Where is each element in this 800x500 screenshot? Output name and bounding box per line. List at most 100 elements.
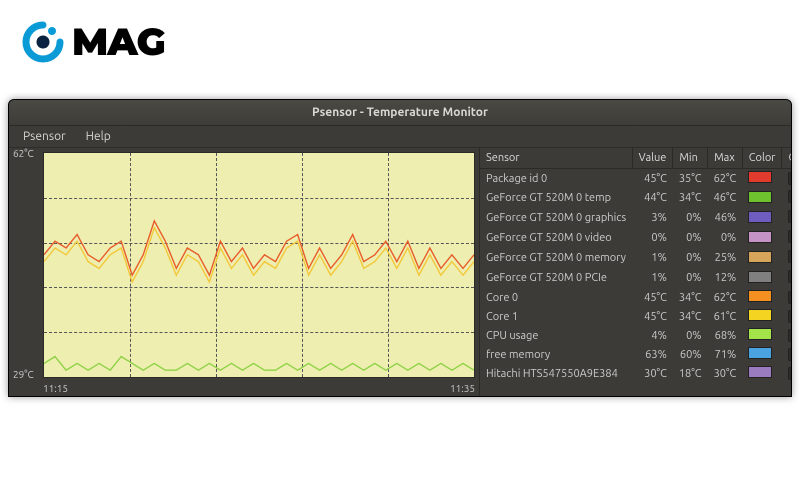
sensor-min: 0% bbox=[673, 326, 708, 345]
sensor-max: 0% bbox=[708, 228, 743, 248]
sensor-color-cell[interactable] bbox=[742, 248, 782, 268]
table-row[interactable]: GeForce GT 520M 0 memory1%0%25% bbox=[480, 248, 791, 268]
sensor-min: 0% bbox=[673, 248, 708, 268]
color-swatch[interactable] bbox=[748, 347, 772, 359]
table-row[interactable]: GeForce GT 520M 0 temp44°C34°C46°C bbox=[480, 188, 791, 208]
sensor-max: 25% bbox=[708, 248, 743, 268]
sensor-graph-cell[interactable] bbox=[782, 326, 791, 345]
col-sensor[interactable]: Sensor bbox=[480, 148, 632, 169]
color-swatch[interactable] bbox=[748, 191, 772, 203]
x-axis-start-label: 11:15 bbox=[43, 383, 68, 394]
table-row[interactable]: GeForce GT 520M 0 video0%0%0% bbox=[480, 228, 791, 248]
sensor-value: 3% bbox=[632, 208, 673, 228]
color-swatch[interactable] bbox=[748, 231, 772, 243]
sensor-color-cell[interactable] bbox=[742, 307, 782, 326]
table-row[interactable]: Hitachi HTS547550A9E38430°C18°C30°C bbox=[480, 364, 791, 383]
sensor-value: 45°C bbox=[632, 169, 673, 189]
graph-checkbox[interactable] bbox=[788, 270, 791, 283]
table-row[interactable]: free memory63%60%71% bbox=[480, 345, 791, 364]
sensor-max: 61°C bbox=[708, 307, 743, 326]
sensor-value: 0% bbox=[632, 228, 673, 248]
color-swatch[interactable] bbox=[748, 309, 772, 321]
color-swatch[interactable] bbox=[748, 211, 772, 223]
sensor-graph-cell[interactable] bbox=[782, 268, 791, 288]
sensor-graph-cell[interactable] bbox=[782, 188, 791, 208]
sensor-graph-cell[interactable] bbox=[782, 169, 791, 189]
sensor-graph-cell[interactable] bbox=[782, 364, 791, 383]
col-value[interactable]: Value bbox=[632, 148, 673, 169]
sensor-graph-cell[interactable] bbox=[782, 228, 791, 248]
graph-checkbox[interactable] bbox=[788, 250, 791, 263]
col-color[interactable]: Color bbox=[742, 148, 782, 169]
graph-checkbox[interactable] bbox=[788, 291, 791, 304]
sensor-name: GeForce GT 520M 0 memory bbox=[480, 248, 632, 268]
sensor-name: CPU usage bbox=[480, 326, 632, 345]
logo-text: MAG bbox=[72, 18, 165, 65]
sensor-color-cell[interactable] bbox=[742, 268, 782, 288]
graph-checkbox[interactable] bbox=[788, 172, 791, 185]
col-min[interactable]: Min bbox=[673, 148, 708, 169]
sensor-min: 34°C bbox=[673, 288, 708, 307]
sensor-max: 46% bbox=[708, 208, 743, 228]
menu-help[interactable]: Help bbox=[78, 128, 119, 145]
sensor-table-pane: Sensor Value Min Max Color Graph Package… bbox=[479, 148, 791, 396]
table-row[interactable]: GeForce GT 520M 0 graphics3%0%46% bbox=[480, 208, 791, 228]
sensor-graph-cell[interactable] bbox=[782, 288, 791, 307]
sensor-color-cell[interactable] bbox=[742, 364, 782, 383]
menu-psensor[interactable]: Psensor bbox=[15, 128, 74, 145]
col-max[interactable]: Max bbox=[708, 148, 743, 169]
sensor-color-cell[interactable] bbox=[742, 345, 782, 364]
psensor-window: Psensor - Temperature Monitor Psensor He… bbox=[8, 99, 792, 397]
graph-checkbox[interactable] bbox=[788, 329, 791, 342]
sensor-name: Hitachi HTS547550A9E384 bbox=[480, 364, 632, 383]
table-row[interactable]: Package id 045°C35°C62°C bbox=[480, 169, 791, 189]
sensor-color-cell[interactable] bbox=[742, 288, 782, 307]
table-row[interactable]: Core 145°C34°C61°C bbox=[480, 307, 791, 326]
graph-checkbox[interactable] bbox=[788, 190, 791, 203]
graph-pane: 62°C 29°C 11:15 11:35 bbox=[9, 148, 479, 396]
sensor-max: 71% bbox=[708, 345, 743, 364]
sensor-color-cell[interactable] bbox=[742, 208, 782, 228]
sensor-value: 1% bbox=[632, 248, 673, 268]
table-row[interactable]: GeForce GT 520M 0 PCIe1%0%12% bbox=[480, 268, 791, 288]
chart-lines bbox=[44, 153, 474, 377]
graph-checkbox[interactable] bbox=[788, 367, 791, 380]
chart-series-line bbox=[44, 221, 474, 275]
color-swatch[interactable] bbox=[748, 290, 772, 302]
table-row[interactable]: CPU usage4%0%68% bbox=[480, 326, 791, 345]
graph-checkbox[interactable] bbox=[788, 230, 791, 243]
color-swatch[interactable] bbox=[748, 251, 772, 263]
sensor-value: 44°C bbox=[632, 188, 673, 208]
sensor-min: 35°C bbox=[673, 169, 708, 189]
graph-checkbox[interactable] bbox=[788, 310, 791, 323]
table-row[interactable]: Core 045°C34°C62°C bbox=[480, 288, 791, 307]
color-swatch[interactable] bbox=[748, 366, 772, 378]
sensor-value: 63% bbox=[632, 345, 673, 364]
window-titlebar[interactable]: Psensor - Temperature Monitor bbox=[9, 100, 791, 126]
sensor-color-cell[interactable] bbox=[742, 326, 782, 345]
col-graph[interactable]: Graph bbox=[782, 148, 791, 169]
menu-bar: Psensor Help bbox=[9, 126, 791, 148]
color-swatch[interactable] bbox=[748, 171, 772, 183]
color-swatch[interactable] bbox=[748, 328, 772, 340]
y-axis-min-label: 29°C bbox=[13, 369, 34, 380]
sensor-table: Sensor Value Min Max Color Graph Package… bbox=[480, 148, 791, 383]
sensor-graph-cell[interactable] bbox=[782, 208, 791, 228]
sensor-color-cell[interactable] bbox=[742, 188, 782, 208]
sensor-value: 45°C bbox=[632, 307, 673, 326]
sensor-value: 1% bbox=[632, 268, 673, 288]
y-axis-max-label: 62°C bbox=[13, 148, 34, 159]
sensor-graph-cell[interactable] bbox=[782, 307, 791, 326]
sensor-value: 4% bbox=[632, 326, 673, 345]
sensor-graph-cell[interactable] bbox=[782, 345, 791, 364]
color-swatch[interactable] bbox=[748, 271, 772, 283]
sensor-max: 12% bbox=[708, 268, 743, 288]
sensor-color-cell[interactable] bbox=[742, 228, 782, 248]
sensor-min: 34°C bbox=[673, 188, 708, 208]
sensor-max: 68% bbox=[708, 326, 743, 345]
graph-checkbox[interactable] bbox=[788, 210, 791, 223]
graph-checkbox[interactable] bbox=[788, 348, 791, 361]
sensor-name: GeForce GT 520M 0 video bbox=[480, 228, 632, 248]
sensor-color-cell[interactable] bbox=[742, 169, 782, 189]
sensor-graph-cell[interactable] bbox=[782, 248, 791, 268]
